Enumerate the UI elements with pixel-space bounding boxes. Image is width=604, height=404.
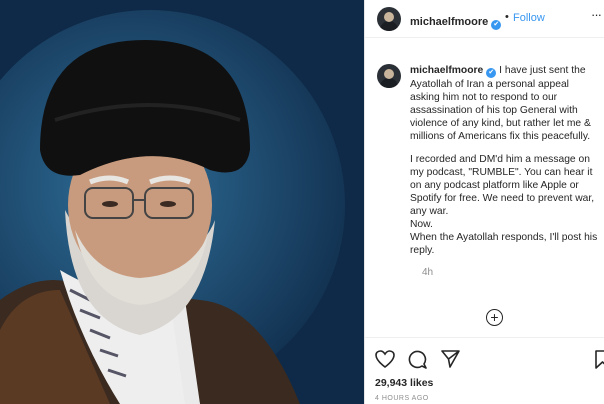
instagram-post-window: michaelfmoore ✔ • Follow ··· michaelfmoor… xyxy=(0,0,604,404)
avatar[interactable] xyxy=(377,7,401,31)
post-header: michaelfmoore ✔ • Follow ··· xyxy=(365,0,604,38)
post-timestamp: 4 HOURS AGO xyxy=(375,395,429,402)
share-icon[interactable] xyxy=(441,350,460,368)
heart-icon[interactable] xyxy=(375,350,395,368)
verified-badge-icon: ✔ xyxy=(486,68,497,78)
post-image[interactable] xyxy=(0,0,364,404)
caption-intro-text: I have just sent the Ayatollah of Iran a… xyxy=(410,65,591,142)
caption-avatar[interactable] xyxy=(377,64,401,88)
follow-button[interactable]: Follow xyxy=(513,12,545,24)
caption-username[interactable]: michaelfmoore xyxy=(410,65,483,76)
bookmark-icon[interactable] xyxy=(595,350,604,369)
caption-body: I recorded and DM'd him a message on my … xyxy=(410,154,598,256)
action-bar: 29,943 likes 4 HOURS AGO xyxy=(365,337,604,404)
caption: michaelfmoore ✔ I have just sent the Ayat… xyxy=(377,64,599,278)
caption-time: 4h xyxy=(422,267,434,278)
caption-intro: michaelfmoore ✔ I have just sent the Ayat… xyxy=(410,64,599,143)
verified-badge-icon: ✔ xyxy=(491,20,502,30)
load-more-comments-icon[interactable]: + xyxy=(486,309,503,326)
portrait-photo xyxy=(0,0,364,404)
separator-dot: • xyxy=(505,11,509,23)
post-sidebar: michaelfmoore ✔ • Follow ··· michaelfmoor… xyxy=(364,0,604,404)
likes-count[interactable]: 29,943 likes xyxy=(375,377,433,389)
comment-icon[interactable] xyxy=(408,350,427,369)
username-link[interactable]: michaelfmoore xyxy=(410,16,488,28)
more-options-icon[interactable]: ··· xyxy=(591,7,602,22)
